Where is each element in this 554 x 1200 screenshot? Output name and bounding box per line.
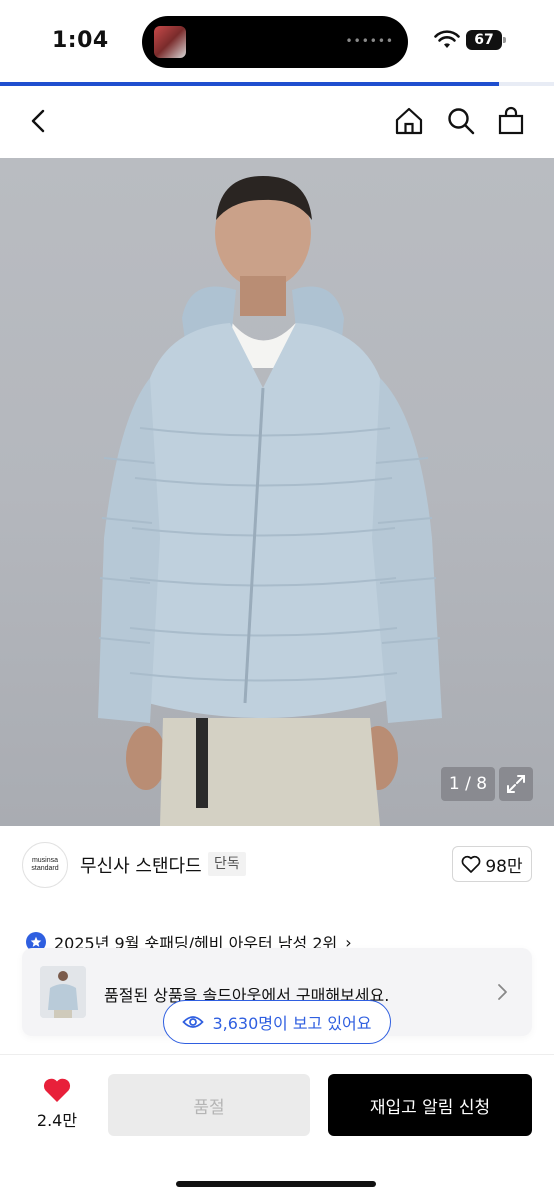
- top-nav: [0, 86, 554, 158]
- heart-outline-icon: [461, 855, 481, 873]
- search-button[interactable]: [444, 104, 478, 138]
- wishlist-button[interactable]: 2.4만: [26, 1077, 88, 1133]
- bottom-action-bar: 2.4만 품절 재입고 알림 신청: [0, 1054, 554, 1200]
- heart-filled-icon: [43, 1078, 71, 1102]
- island-dots: ••••••: [345, 34, 394, 48]
- live-viewers-text: 3,630명이 보고 있어요: [212, 1014, 372, 1033]
- brand-logo-line1: musinsa: [31, 857, 59, 864]
- model-wearing-jacket-illustration: [98, 176, 442, 826]
- search-icon: [448, 108, 475, 135]
- product-image[interactable]: 1 / 8: [0, 158, 554, 826]
- live-viewers-pill: 3,630명이 보고 있어요: [163, 1000, 391, 1044]
- brand-like-count: 98만: [485, 856, 523, 877]
- expand-image-button[interactable]: [499, 767, 533, 801]
- exclusive-badge: 단독: [208, 852, 246, 876]
- now-playing-thumbnail: [154, 26, 186, 58]
- shopping-bag-icon: [498, 106, 524, 135]
- restock-alert-button[interactable]: 재입고 알림 신청: [328, 1074, 532, 1136]
- wifi-icon: [434, 30, 460, 48]
- back-icon: [31, 109, 45, 133]
- status-time: 1:04: [52, 28, 109, 53]
- dynamic-island: ••••••: [142, 16, 408, 68]
- brand-logo-line2: standard: [31, 865, 59, 872]
- home-icon: [395, 107, 423, 135]
- brand-row: musinsa standard 무신사 스탠다드 단독 98만: [0, 826, 554, 906]
- soldout-button[interactable]: 품절: [108, 1074, 310, 1136]
- brand-like-button[interactable]: 98만: [452, 846, 532, 882]
- expand-icon: [507, 775, 525, 793]
- brand-name[interactable]: 무신사 스탠다드: [80, 852, 202, 878]
- status-bar: 1:04 •••••• 67: [0, 0, 554, 82]
- banner-product-thumbnail: [40, 966, 86, 1018]
- wishlist-count: 2.4만: [36, 1111, 78, 1130]
- brand-logo[interactable]: musinsa standard: [22, 842, 68, 888]
- cart-button[interactable]: [494, 104, 528, 138]
- home-indicator: [176, 1181, 376, 1187]
- image-counter: 1 / 8: [441, 767, 495, 801]
- home-button[interactable]: [392, 104, 426, 138]
- battery-indicator: 67: [466, 30, 506, 50]
- back-button[interactable]: [22, 104, 56, 138]
- eye-icon: [182, 1016, 205, 1028]
- chevron-right-icon: [498, 984, 507, 1000]
